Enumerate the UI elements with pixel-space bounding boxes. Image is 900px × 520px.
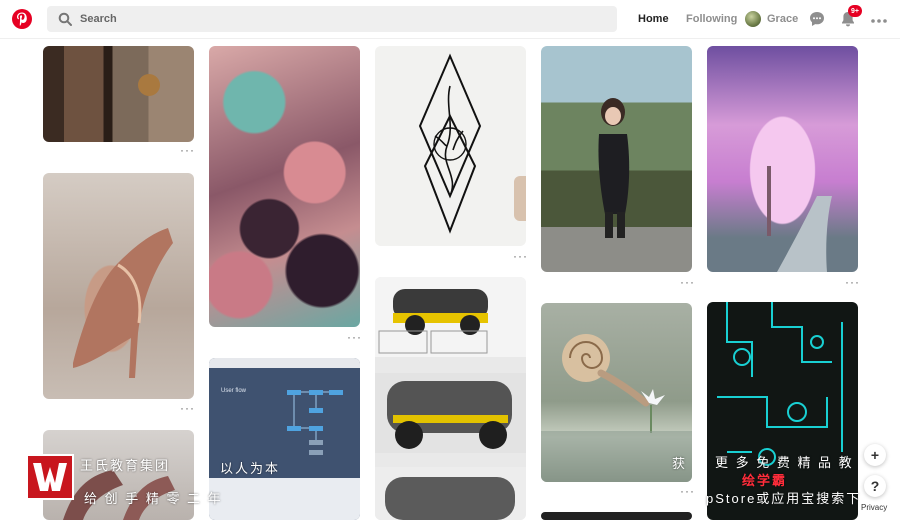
watermark-text-brand: 绘学霸	[742, 473, 788, 488]
pin-girl-in-garden[interactable]	[541, 46, 692, 272]
user-profile-button[interactable]: Grace	[745, 11, 798, 27]
pin-abstract-texture[interactable]	[209, 46, 360, 327]
slide-bottom-panel	[209, 478, 360, 520]
help-button[interactable]: ?	[864, 475, 886, 497]
pin-more-button[interactable]: ···	[680, 485, 695, 497]
snail-graphic	[541, 334, 692, 482]
more-options-icon[interactable]	[870, 12, 888, 30]
pin-tree-tattoo-sketch[interactable]	[375, 46, 526, 246]
pin-pink-blossom-path[interactable]	[707, 46, 858, 272]
nav-home-link[interactable]: Home	[638, 13, 669, 25]
chat-icon[interactable]	[808, 10, 826, 28]
pin-more-button[interactable]: ···	[180, 402, 195, 414]
slide-top-bar	[209, 358, 360, 368]
watermark-text-line1: 王氏教育集团	[80, 458, 171, 473]
tattoo-drawing-graphic	[418, 53, 482, 234]
watermark-text-huo: 获	[672, 456, 688, 471]
search-input[interactable]	[80, 13, 580, 25]
blossom-path-graphic	[767, 166, 832, 272]
privacy-link[interactable]: Privacy	[858, 502, 891, 513]
pin-rustic-door[interactable]	[43, 46, 194, 142]
user-name: Grace	[767, 13, 799, 25]
top-header: Home Following Grace 9+	[0, 0, 900, 39]
pin-vehicle-concept[interactable]	[375, 277, 526, 520]
nav-following-link[interactable]: Following	[686, 13, 737, 25]
pin-more-button[interactable]: ···	[680, 276, 695, 288]
pin-more-button[interactable]: ···	[347, 331, 362, 343]
pin-more-button[interactable]: ···	[845, 276, 860, 288]
watermark-text-slogan: 以人为本	[220, 461, 281, 476]
pin-dark-image[interactable]	[541, 512, 692, 520]
watermark-w-glyph	[33, 463, 67, 491]
pin-more-button[interactable]: ···	[513, 250, 528, 262]
pin-user-flow-slide[interactable]: User flow	[209, 358, 360, 520]
vehicle-sketches-graphic	[375, 277, 526, 520]
girl-figure-graphic	[598, 98, 630, 238]
search-bar[interactable]	[47, 6, 617, 32]
watermark-text-line3: 更 多 免 费 精 品 教	[715, 455, 854, 470]
pin-more-button[interactable]: ···	[180, 144, 195, 156]
finger-edge	[514, 176, 526, 221]
watermark-text-line2: 给 创 手 精 零 二 年	[84, 491, 223, 506]
pinterest-p-glyph	[17, 12, 27, 26]
add-pin-button[interactable]: +	[864, 444, 886, 466]
pin-snail-flower[interactable]: 获	[541, 303, 692, 482]
watermark-logo-icon	[26, 454, 74, 500]
pin-rose-gold-heel[interactable]	[43, 173, 194, 399]
notification-badge: 9+	[848, 5, 862, 17]
heel-shoe-graphic	[73, 228, 173, 378]
search-icon	[58, 12, 72, 26]
watermark-text-line4: pStore或应用宝搜索下	[706, 491, 862, 506]
avatar	[745, 11, 761, 27]
pinterest-logo-icon[interactable]	[12, 9, 32, 29]
